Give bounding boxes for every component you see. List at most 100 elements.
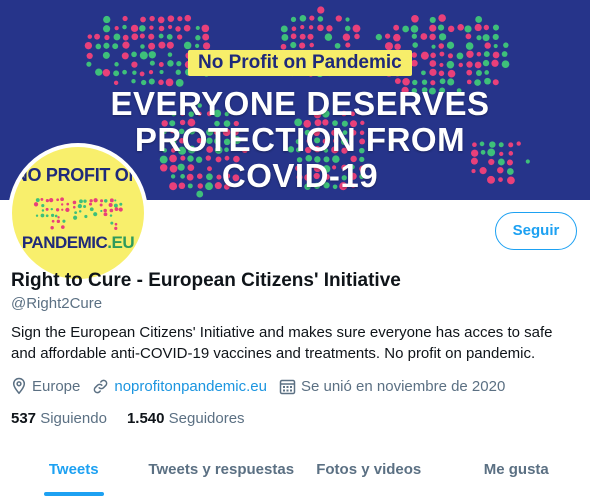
map-dot <box>114 62 118 66</box>
map-dot <box>376 34 382 40</box>
map-dot <box>100 199 103 202</box>
map-dot <box>36 215 38 217</box>
map-dot <box>345 26 351 32</box>
map-dot <box>87 53 93 59</box>
map-dot <box>62 220 65 223</box>
map-dot <box>354 34 360 40</box>
map-dot <box>115 207 119 211</box>
map-dot <box>114 227 117 230</box>
map-dot <box>140 51 148 59</box>
map-dot <box>103 52 110 59</box>
map-dot <box>60 197 64 201</box>
map-dot <box>491 60 498 67</box>
map-dot <box>131 33 138 40</box>
website-item: noprofitonpandemic.eu <box>92 378 267 395</box>
map-dot <box>119 208 123 212</box>
map-dot <box>291 17 296 22</box>
map-dot <box>122 42 129 49</box>
map-dot <box>140 44 145 49</box>
map-dot <box>159 26 165 32</box>
map-dot <box>195 35 200 40</box>
tab-photos-and-videos[interactable]: Fotos y videos <box>295 450 443 494</box>
map-dot <box>385 42 393 50</box>
map-dot <box>110 198 114 202</box>
map-dot <box>464 25 471 32</box>
map-dot <box>159 70 163 74</box>
map-dot <box>103 25 110 32</box>
map-dot <box>140 17 146 23</box>
map-dot <box>317 25 324 32</box>
map-dot <box>385 33 390 38</box>
map-dot <box>84 215 87 218</box>
map-dot <box>115 26 119 30</box>
map-dot <box>196 26 200 30</box>
map-dot <box>483 34 490 41</box>
location-pin-icon <box>11 377 27 395</box>
following-label: Siguiendo <box>40 410 107 427</box>
map-dot <box>393 34 400 41</box>
map-dot <box>325 33 332 40</box>
map-dot <box>345 43 350 48</box>
map-dot <box>42 209 44 211</box>
map-dot <box>412 42 418 48</box>
map-dot <box>83 205 86 208</box>
map-dot <box>412 34 417 39</box>
map-dot <box>122 52 129 59</box>
avatar[interactable]: NO PROFIT ON PANDEMIC.EU <box>8 143 148 283</box>
map-dot <box>494 44 498 48</box>
followers-count: 1.540 <box>127 410 165 427</box>
following-link[interactable]: 537 Siguiendo <box>11 410 107 427</box>
map-dot <box>466 33 472 39</box>
map-dot <box>40 198 43 201</box>
map-dot <box>51 214 54 217</box>
map-dot <box>149 25 153 29</box>
map-dot <box>41 204 44 207</box>
map-dot <box>429 25 436 32</box>
map-dot <box>502 60 510 68</box>
map-dot <box>317 6 324 13</box>
tab-tweets-and-replies[interactable]: Tweets y respuestas <box>148 450 296 494</box>
map-dot <box>493 79 499 85</box>
follow-button[interactable]: Seguir <box>495 212 577 250</box>
map-dot <box>177 34 182 39</box>
website-link[interactable]: noprofitonpandemic.eu <box>114 378 267 395</box>
map-dot <box>85 42 92 49</box>
followers-link[interactable]: 1.540 Seguidores <box>127 410 245 427</box>
map-dot <box>78 204 82 208</box>
location-text: Europe <box>32 378 80 395</box>
map-dot <box>467 80 472 85</box>
map-dot <box>438 24 444 30</box>
map-dot <box>475 16 482 23</box>
map-dot <box>176 61 181 66</box>
map-dot <box>83 199 86 202</box>
banner-headline-line2: PROTECTION FROM <box>40 122 560 158</box>
map-dot <box>168 15 175 22</box>
map-dot <box>110 214 112 216</box>
map-dot <box>438 43 444 49</box>
map-dot <box>73 216 77 220</box>
map-dot <box>56 208 59 211</box>
map-dot <box>149 70 153 74</box>
map-dot <box>484 51 490 57</box>
map-dot <box>353 25 361 33</box>
map-dot <box>309 15 314 20</box>
map-dot <box>475 62 482 69</box>
avatar-text-pandemic: PANDEMIC <box>22 233 107 252</box>
map-dot <box>158 17 165 24</box>
map-dot <box>140 71 145 76</box>
map-dot <box>79 210 81 212</box>
tab-tweets[interactable]: Tweets <box>0 450 148 494</box>
tab-likes[interactable]: Me gusta <box>443 450 590 494</box>
map-dot <box>484 25 489 30</box>
map-dot <box>46 214 49 217</box>
map-dot <box>290 42 296 48</box>
map-dot <box>343 34 350 41</box>
map-dot <box>95 69 102 76</box>
calendar-icon <box>279 378 296 395</box>
avatar-text-line1: NO PROFIT ON <box>12 165 144 186</box>
map-dot <box>90 207 94 211</box>
map-dot <box>448 53 453 58</box>
map-dot <box>93 198 97 202</box>
map-dot <box>430 53 436 59</box>
map-dot <box>439 33 446 40</box>
